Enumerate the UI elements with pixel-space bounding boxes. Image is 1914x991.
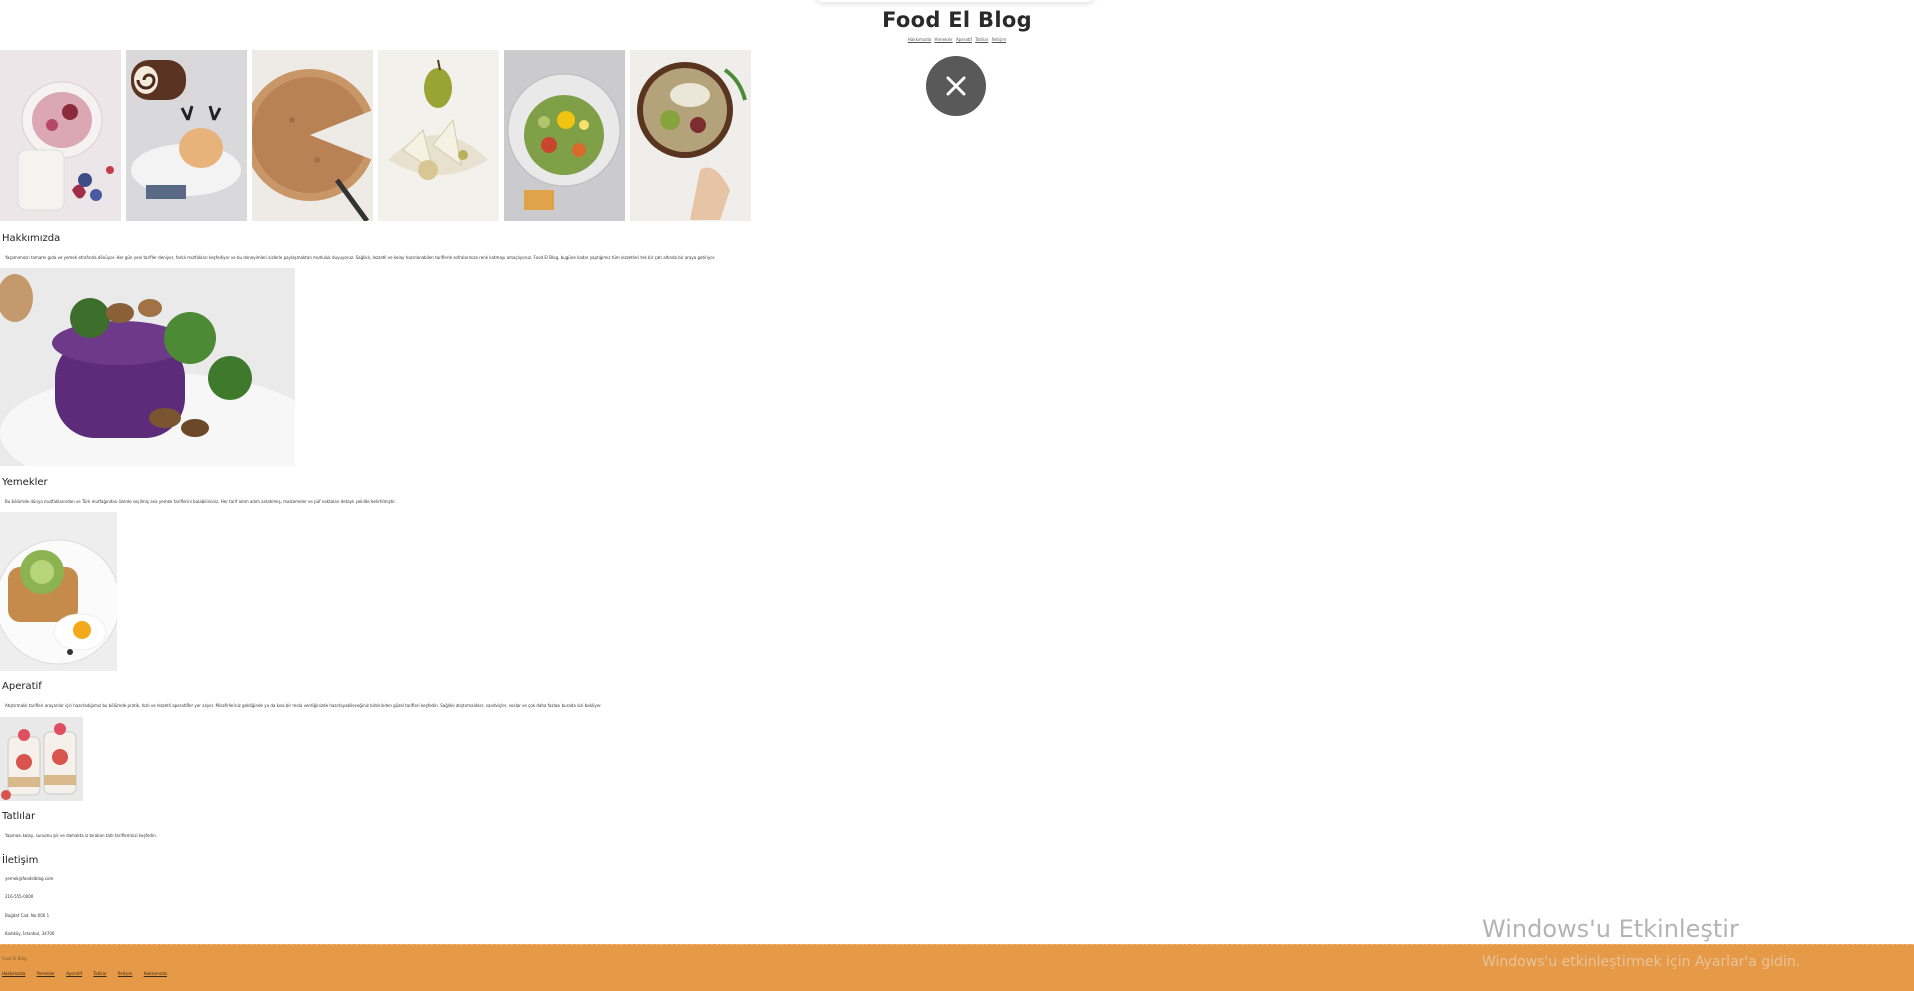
meals-photo-avocado-toast — [0, 512, 117, 671]
close-icon — [946, 76, 966, 96]
gallery-photo-salad-glass[interactable] — [504, 50, 625, 221]
section-title-contact: İletişim — [2, 855, 39, 866]
footer-link-about-2[interactable]: Hakkımızda — [144, 971, 167, 976]
header-tab — [815, 0, 1095, 2]
nav-link-appetizer[interactable]: Aperatif — [956, 37, 972, 42]
footer-link-about[interactable]: Hakkımızda — [2, 971, 25, 976]
section-text-meals: Bu bölümde dünya mutfaklarından ve Türk … — [5, 499, 396, 504]
contact-phone: 216-555-0000 — [5, 894, 34, 899]
footer-nav: Hakkımızda Yemekler Aperatif Tatlılar İl… — [2, 971, 177, 976]
appetizer-photo-strawberry-jars — [0, 717, 83, 801]
about-photo-purple-mash — [0, 268, 295, 466]
section-title-meals: Yemekler — [2, 477, 48, 488]
section-title-desserts: Tatlılar — [2, 811, 36, 822]
gallery-photo-dessert-roll[interactable] — [126, 50, 247, 221]
nav-link-desserts[interactable]: Tatlılar — [975, 37, 988, 42]
contact-address-city: Kadıköy, İstanbul, 34700 — [5, 931, 55, 936]
gallery-photo-avocado-bowl[interactable] — [630, 50, 751, 221]
site-title: Food El Blog — [882, 8, 1032, 32]
contact-address-street: Bağdat Cad. No:000 1 — [5, 913, 50, 918]
footer-link-desserts[interactable]: Tatlılar — [93, 971, 106, 976]
footer-brand: Food El Blog — [2, 956, 27, 961]
contact-email[interactable]: yemek@foodelblog.com — [5, 876, 53, 881]
activation-watermark-subtitle: Windows'u etkinleştirmek için Ayarlar'a … — [1482, 954, 1801, 970]
section-title-appetizer: Aperatif — [2, 681, 42, 692]
section-text-about: Yaşamımızın tamamı gıda ve yemek etrafın… — [5, 255, 716, 260]
nav-link-contact[interactable]: İletişim — [992, 37, 1007, 42]
footer-link-meals[interactable]: Yemekler — [37, 971, 55, 976]
nav-link-about[interactable]: Hakkımızda — [908, 37, 931, 42]
close-button[interactable] — [926, 56, 986, 116]
activation-watermark-title: Windows'u Etkinleştir — [1482, 915, 1739, 943]
main-nav: Hakkımızda Yemekler Aperatif Tatlılar İl… — [0, 37, 1914, 43]
nav-link-meals[interactable]: Yemekler — [934, 37, 952, 42]
footer-link-appetizer[interactable]: Aperatif — [66, 971, 82, 976]
footer-link-contact[interactable]: İletişim — [118, 971, 133, 976]
section-text-appetizer: Atıştırmalık tarifleri arayanlar için ha… — [5, 703, 602, 708]
section-text-desserts: Yapması kolay, sunumu şık ve damakta iz … — [5, 833, 157, 838]
gallery-photo-pie[interactable] — [252, 50, 373, 221]
gallery-photo-pear-plate[interactable] — [378, 50, 499, 221]
gallery-photo-berry-jar[interactable] — [0, 50, 121, 221]
section-title-about: Hakkımızda — [2, 233, 61, 244]
